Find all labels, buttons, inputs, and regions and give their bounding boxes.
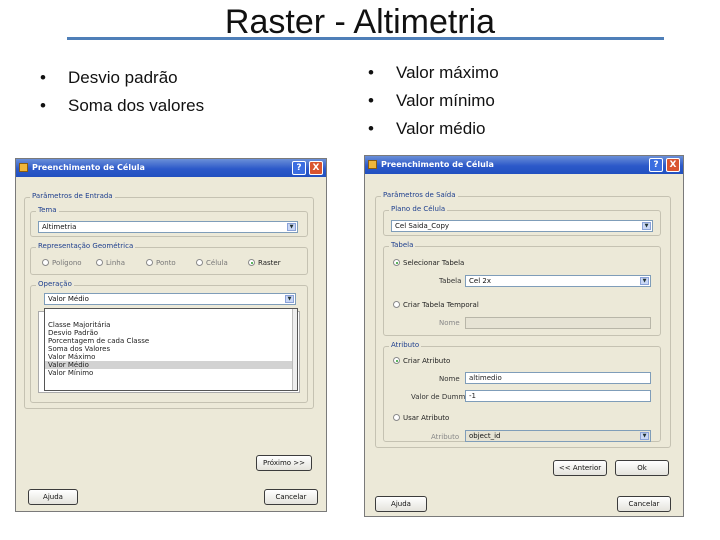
radio-circle <box>393 414 400 421</box>
radio-circle <box>196 259 203 266</box>
radio-criar-tabela[interactable]: Criar Tabela Temporal <box>393 300 479 310</box>
group-label: Operação <box>36 280 74 288</box>
bullets-right: • Valor máximo • Valor mínimo • Valor médio <box>368 59 499 143</box>
radio-ponto[interactable]: Ponto <box>146 258 176 268</box>
radio-linha[interactable]: Linha <box>96 258 125 268</box>
help-button[interactable]: Ajuda <box>375 496 427 512</box>
radio-circle <box>96 259 103 266</box>
ok-button[interactable]: Ok <box>615 460 669 476</box>
group-label: Parâmetros de Entrada <box>30 192 115 200</box>
group-label: Plano de Célula <box>389 205 448 213</box>
group-label: Atributo <box>389 341 422 349</box>
radio-selecionar-tabela[interactable]: Selecionar Tabela <box>393 258 464 268</box>
app-icon <box>368 160 377 169</box>
dialog-titlebar: Preenchimento de Célula ? X <box>16 159 326 177</box>
bullet-dot-icon: • <box>40 68 46 87</box>
dummy-label: Valor de Dummy <box>411 393 470 401</box>
dialog-title: Preenchimento de Célula <box>32 163 145 172</box>
help-icon[interactable]: ? <box>649 158 663 172</box>
radio-circle <box>393 357 400 364</box>
atributo-select[interactable]: object_id ▼ <box>465 430 651 442</box>
dialog-title: Preenchimento de Célula <box>381 160 494 169</box>
list-item[interactable]: Soma dos Valores <box>45 345 297 353</box>
next-button[interactable]: Próximo >> <box>256 455 312 471</box>
close-icon[interactable]: X <box>666 158 680 172</box>
nome-tabela-label: Nome <box>439 319 460 327</box>
bullet-dot-icon: • <box>368 91 374 110</box>
title-underline <box>67 37 664 40</box>
atributo-nome-label: Nome <box>439 375 460 383</box>
dialog-saida: Preenchimento de Célula ? X Parâmetros d… <box>364 155 684 517</box>
chevron-down-icon[interactable]: ▼ <box>287 223 296 231</box>
list-item[interactable]: Desvio Padrão <box>45 329 297 337</box>
nome-tabela-input[interactable] <box>465 317 651 329</box>
dialog-titlebar: Preenchimento de Célula ? X <box>365 156 683 174</box>
tabela-label: Tabela <box>439 277 462 285</box>
tema-select[interactable]: Altimetria ▼ <box>38 221 298 233</box>
chevron-down-icon[interactable]: ▼ <box>640 432 649 440</box>
radio-criar-atributo[interactable]: Criar Atributo <box>393 356 450 366</box>
list-item-selected[interactable]: Valor Médio <box>45 361 297 369</box>
help-button[interactable]: Ajuda <box>28 489 78 505</box>
atributo-nome-input[interactable]: altimedio <box>465 372 651 384</box>
bullet-dot-icon: • <box>40 96 46 115</box>
group-label: Parâmetros de Saída <box>381 191 458 199</box>
bullet-item: • Valor médio <box>368 115 499 143</box>
bullet-item: • Valor máximo <box>368 59 499 87</box>
help-icon[interactable]: ? <box>292 161 306 175</box>
group-label: Representação Geométrica <box>36 242 136 250</box>
chevron-down-icon[interactable]: ▼ <box>640 277 649 285</box>
group-label: Tabela <box>389 241 416 249</box>
dummy-input[interactable]: -1 <box>465 390 651 402</box>
bullets-left: • Desvio padrão • Soma dos valores <box>40 64 204 120</box>
radio-circle <box>248 259 255 266</box>
app-icon <box>19 163 28 172</box>
list-item[interactable]: Valor Máximo <box>45 353 297 361</box>
radio-celula[interactable]: Célula <box>196 258 228 268</box>
scrollbar[interactable] <box>292 309 297 390</box>
cancel-button[interactable]: Cancelar <box>617 496 671 512</box>
radio-circle <box>393 259 400 266</box>
chevron-down-icon[interactable]: ▼ <box>642 222 651 230</box>
bullet-dot-icon: • <box>368 63 374 82</box>
bullet-item: • Valor mínimo <box>368 87 499 115</box>
bullet-item: • Desvio padrão <box>40 64 204 92</box>
radio-raster[interactable]: Raster <box>248 258 281 268</box>
group-label: Tema <box>36 206 59 214</box>
chevron-down-icon[interactable]: ▼ <box>285 295 294 303</box>
back-button[interactable]: << Anterior <box>553 460 607 476</box>
list-item[interactable]: Porcentagem de cada Classe <box>45 337 297 345</box>
bullet-dot-icon: • <box>368 119 374 138</box>
close-icon[interactable]: X <box>309 161 323 175</box>
list-item[interactable]: Valor Mínimo <box>45 369 297 377</box>
atributo-label: Atributo <box>431 433 460 441</box>
list-item[interactable]: Classe Majoritária <box>45 321 297 329</box>
radio-circle <box>42 259 49 266</box>
radio-poligono[interactable]: Polígono <box>42 258 82 268</box>
bullet-item: • Soma dos valores <box>40 92 204 120</box>
cancel-button[interactable]: Cancelar <box>264 489 318 505</box>
operacao-select[interactable]: Valor Médio ▼ <box>44 293 296 305</box>
radio-circle <box>393 301 400 308</box>
operacao-dropdown-list[interactable]: Classe Majoritária Desvio Padrão Porcent… <box>44 308 298 391</box>
plano-select[interactable]: Cel Saida_Copy ▼ <box>391 220 653 232</box>
tabela-select[interactable]: Cel 2x ▼ <box>465 275 651 287</box>
dialog-entrada: Preenchimento de Célula ? X Parâmetros d… <box>15 158 327 512</box>
radio-usar-atributo[interactable]: Usar Atributo <box>393 413 449 423</box>
radio-circle <box>146 259 153 266</box>
